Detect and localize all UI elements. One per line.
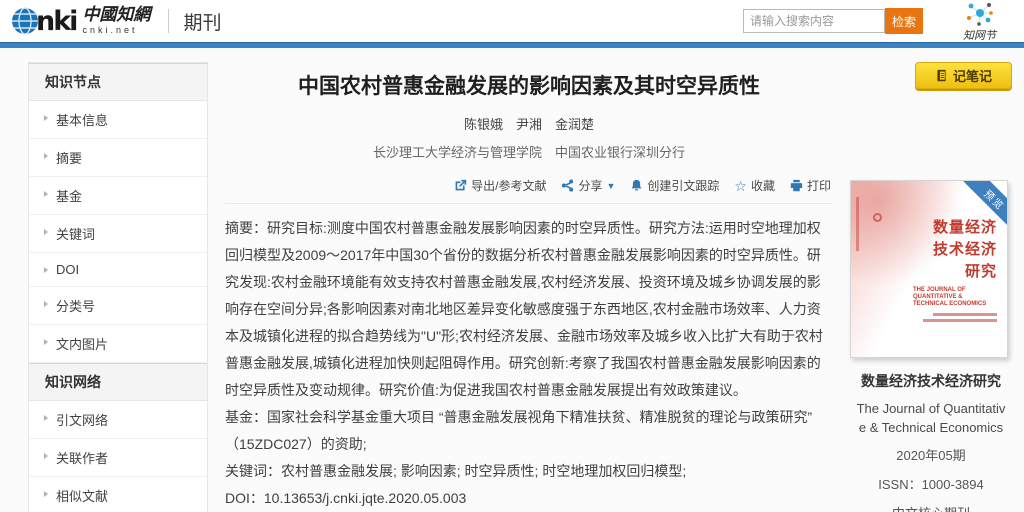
abstract-label: 摘要： (225, 220, 267, 236)
search-input[interactable] (743, 9, 885, 33)
notebook-icon (935, 69, 948, 82)
sidebar-item-basic-info[interactable]: 基本信息 (29, 101, 207, 139)
article-authors[interactable]: 陈银娥 尹湘 金润楚 (225, 114, 833, 133)
article-title: 中国农村普惠金融发展的影响因素及其时空异质性 (225, 70, 833, 100)
cnki-wordmark: nki (36, 6, 76, 37)
abstract-text: 研究目标:测度中国农村普惠金融发展影响因素的时空异质性。研究方法:运用时空地理加… (225, 220, 823, 398)
cnki-chinese-name: 中國知網 (82, 7, 150, 24)
sidebar-item-abstract[interactable]: 摘要 (29, 139, 207, 177)
take-notes-button[interactable]: 记笔记 (915, 62, 1012, 89)
top-header: nki 中國知網 cnki.net 期刊 检索 知网节 (0, 0, 1024, 42)
page-content: 知识节点 基本信息 摘要 基金 关键词 DOI 分类号 文内图片 知识网络 引文… (0, 48, 1024, 512)
bell-icon (630, 179, 643, 192)
fund-label: 基金： (225, 409, 267, 425)
article-affiliations[interactable]: 长沙理工大学经济与管理学院 中国农业银行深圳分行 (225, 142, 833, 161)
journal-cover[interactable]: 数量经济 技术经济 研究 THE JOURNAL OF QUANTITATIVE… (850, 180, 1008, 358)
share-caret-icon: ▼ (606, 181, 615, 191)
doi-value: 10.13653/j.cnki.jqte.2020.05.003 (264, 490, 466, 506)
doi-paragraph: DOI：10.13653/j.cnki.jqte.2020.05.003 (225, 485, 833, 512)
printer-icon (790, 179, 803, 192)
fund-paragraph: 基金：国家社会科学基金重大项目 “普惠金融发展视角下精准扶贫、精准脱贫的理论与政… (225, 404, 833, 458)
sidebar-item-citation-network[interactable]: 引文网络 (29, 401, 207, 439)
sidebar: 知识节点 基本信息 摘要 基金 关键词 DOI 分类号 文内图片 知识网络 引文… (28, 62, 208, 512)
header-divider (168, 9, 169, 33)
share-icon (561, 179, 574, 192)
article-main: 中国农村普惠金融发展的影响因素及其时空异质性 陈银娥 尹湘 金润楚 长沙理工大学… (225, 62, 833, 512)
favorite-button[interactable]: ☆ 收藏 (734, 177, 775, 194)
journal-issn: ISSN：1000-3894 (850, 474, 1012, 493)
cover-spine-decoration (856, 197, 859, 251)
cover-title: 数量经济 技术经济 研究 (933, 217, 997, 283)
cnki-node-link[interactable]: 知网节 (963, 0, 996, 43)
network-node-icon (964, 0, 996, 26)
section-journal-label: 期刊 (183, 8, 221, 35)
cover-publisher-lines (923, 313, 997, 325)
share-button[interactable]: 分享▼ (561, 177, 615, 194)
star-icon: ☆ (734, 179, 747, 193)
sidebar-item-clc[interactable]: 分类号 (29, 287, 207, 325)
search-box: 检索 (743, 8, 923, 34)
cnki-logo[interactable]: nki 中國知網 cnki.net (10, 6, 150, 37)
article-toolbar: 导出/参考文献 分享▼ 创建引文跟踪 ☆ 收藏 打印 (225, 171, 833, 204)
sidebar-item-related-authors[interactable]: 关联作者 (29, 439, 207, 477)
doi-label: DOI： (225, 490, 264, 506)
cnki-node-label: 知网节 (963, 27, 996, 43)
journal-name-english: The Journal of Quantitative & Technical … (856, 399, 1006, 437)
cover-publisher-logo (873, 213, 882, 222)
sidebar-section-knowledge-network: 知识网络 (29, 363, 207, 401)
journal-issue[interactable]: 2020年05期 (850, 445, 1012, 464)
journal-name[interactable]: 数量经济技术经济研究 (854, 372, 1008, 391)
sidebar-item-similar-literature[interactable]: 相似文献 (29, 477, 207, 512)
fund-text: 国家社会科学基金重大项目 “普惠金融发展视角下精准扶贫、精准脱贫的理论与政策研究… (225, 409, 812, 452)
sidebar-section-knowledge-nodes: 知识节点 (29, 63, 207, 101)
keywords-paragraph: 关键词：农村普惠金融发展; 影响因素; 时空异质性; 时空地理加权回归模型; (225, 458, 833, 485)
keywords-text: 农村普惠金融发展; 影响因素; 时空异质性; 时空地理加权回归模型; (281, 463, 686, 479)
export-icon (454, 179, 467, 192)
keywords-label: 关键词： (225, 463, 281, 479)
article-body: 摘要：研究目标:测度中国农村普惠金融发展影响因素的时空异质性。研究方法:运用时空… (225, 215, 833, 512)
citation-alert-button[interactable]: 创建引文跟踪 (630, 177, 719, 194)
search-button[interactable]: 检索 (885, 8, 923, 34)
export-references-button[interactable]: 导出/参考文献 (454, 177, 546, 194)
sidebar-item-doi[interactable]: DOI (29, 253, 207, 287)
journal-meta: 数量经济技术经济研究 The Journal of Quantitative &… (850, 372, 1012, 512)
sidebar-item-figures[interactable]: 文内图片 (29, 325, 207, 363)
print-button[interactable]: 打印 (790, 177, 831, 194)
cover-english-title: THE JOURNAL OF QUANTITATIVE & TECHNICAL … (913, 287, 997, 308)
cnki-domain: cnki.net (82, 26, 150, 35)
sidebar-item-keywords[interactable]: 关键词 (29, 215, 207, 253)
journal-panel: 数量经济 技术经济 研究 THE JOURNAL OF QUANTITATIVE… (850, 62, 1012, 512)
journal-core-badge: 中文核心期刊 (850, 503, 1012, 512)
sidebar-item-fund[interactable]: 基金 (29, 177, 207, 215)
abstract-paragraph: 摘要：研究目标:测度中国农村普惠金融发展影响因素的时空异质性。研究方法:运用时空… (225, 215, 833, 404)
